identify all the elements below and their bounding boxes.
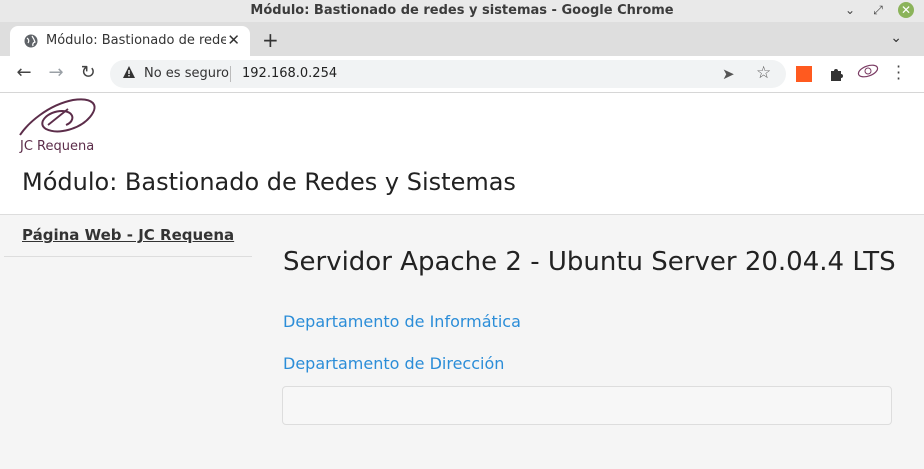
address-bar[interactable]: No es seguro 192.168.0.254 ➤ ☆ [110,60,786,88]
browser-toolbar: ← → ↻ No es seguro 192.168.0.254 ➤ ☆ · · · [0,56,924,93]
site-title: Módulo: Bastionado de Redes y Sistemas [22,168,516,196]
link-departamento-informatica[interactable]: Departamento de Informática [283,312,521,331]
security-label[interactable]: No es seguro [144,66,229,81]
tab-active[interactable]: Módulo: Bastionado de redes y sistemas ✕ [10,26,250,56]
main-title: Servidor Apache 2 - Ubuntu Server 20.04.… [283,247,896,277]
content-box [282,386,892,425]
tab-strip: Módulo: Bastionado de redes y sistemas ✕… [0,22,924,56]
star-icon[interactable]: ☆ [756,63,771,83]
send-icon[interactable]: ➤ [722,65,735,83]
sidebar-link-jcrequena[interactable]: Página Web - JC Requena [22,226,234,244]
close-icon[interactable]: ✕ [227,31,240,49]
sidebar-divider [4,256,252,257]
profile-logo-icon[interactable] [856,62,880,82]
site-logo[interactable] [18,95,102,141]
warning-icon [123,66,135,78]
plus-icon[interactable]: + [262,28,279,52]
chevron-down-icon[interactable]: ⌄ [890,30,902,46]
reload-icon[interactable]: ↻ [78,63,98,83]
back-icon[interactable]: ← [14,63,34,83]
restore-icon[interactable]: ⤢ [870,2,886,18]
omnibox-divider [230,66,231,82]
site-header: JC Requena Módulo: Bastionado de Redes y… [0,93,924,215]
logo-text: JC Requena [20,139,95,154]
gpx-extension-icon[interactable] [796,66,812,82]
globe-icon [24,34,38,48]
minimize-icon[interactable]: ⌄ [842,2,858,18]
web-page: JC Requena Módulo: Bastionado de Redes y… [0,93,924,469]
window-titlebar: Módulo: Bastionado de redes y sistemas -… [0,0,924,22]
menu-icon[interactable]: · · · [896,59,901,87]
url-text[interactable]: 192.168.0.254 [242,66,337,81]
window-close-icon[interactable]: ✕ [898,2,914,18]
window-title: Módulo: Bastionado de redes y sistemas -… [250,3,674,18]
forward-icon[interactable]: → [46,63,66,83]
puzzle-icon[interactable] [828,66,844,82]
tab-title: Módulo: Bastionado de redes y sistemas [46,33,226,48]
link-departamento-direccion[interactable]: Departamento de Dirección [283,354,504,373]
